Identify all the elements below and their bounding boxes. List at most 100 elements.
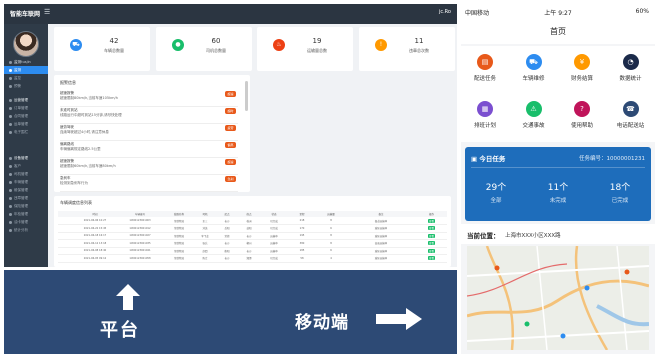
stat-card[interactable]: ! 11 违章总次数 [359, 27, 455, 71]
sidebar-item[interactable]: 监测 [4, 66, 48, 74]
alarm-item[interactable]: 未准时到站 线路运行中超时到站15分钟,请尽快处理 超时 [60, 106, 238, 124]
table-row[interactable]: 2021-06-18 16:17 1#00123001027 常德物流 李飞龙 常德 长沙… [58, 232, 447, 240]
table-cell: 195 [288, 232, 316, 240]
sidebar-item[interactable]: 合同管理 [4, 112, 48, 120]
alarm-badge[interactable]: 超时 [225, 108, 236, 114]
alarm-badge[interactable]: 超速 [225, 91, 236, 97]
stat-card[interactable]: ♨ 19 运输量总数 [257, 27, 353, 71]
function-item[interactable]: ▤ 配送任务 [461, 48, 509, 94]
task-count-label: 未完成 [549, 198, 567, 204]
table-cell: 查看 [416, 239, 447, 248]
task-count-label: 已完成 [611, 198, 629, 204]
scrollbar[interactable] [245, 81, 248, 111]
sidebar-item[interactable]: 预警 [4, 82, 48, 90]
today-task-card[interactable]: ▣ 今日任务 任务编号：10000001231 29个 全部 11个 未完成 18个 已完… [465, 147, 651, 221]
table-cell: 王三 [194, 217, 216, 225]
alarm-item[interactable]: 急刹车 检测到急刹车行为 急刹 [60, 174, 238, 192]
function-item[interactable]: ⛟ 车辆维修 [510, 48, 558, 94]
table-row[interactable]: 2021-06-12 13:18 1#00123001035 常德物流 张兵 长沙 郴州运… [58, 239, 447, 248]
table-cell: 刘英 [194, 224, 216, 233]
view-button[interactable]: 查看 [427, 248, 435, 253]
alarm-detail: 连续驾驶超过4小时,请注意休息 [60, 130, 109, 134]
sidebar-item[interactable]: 运营管理 [4, 96, 48, 104]
alarm-badge[interactable]: 超速 [225, 159, 236, 165]
table-cell: 运输中 [260, 239, 288, 248]
table-row[interactable]: 2021-06-05 09:12 1#00123001058 常德物流 陈立 长沙 湘潭已… [58, 254, 447, 263]
sidebar-item[interactable]: 保险管理 [4, 202, 48, 210]
arrow-right-icon [376, 308, 422, 330]
task-count-cell[interactable]: 18个 已完成 [589, 180, 651, 204]
view-button[interactable]: 查看 [427, 256, 435, 261]
nav-dot-icon [9, 164, 12, 168]
table-cell: 170 [288, 224, 316, 233]
sidebar-item[interactable]: 客户 [4, 162, 48, 170]
function-label: 排班计划 [473, 123, 496, 129]
table-cell [66, 239, 74, 248]
table-row[interactable]: 2021-06-06 10:27 1#00123001003 常德物流 王三 长沙 株洲已… [58, 217, 447, 225]
function-grid: ▤ 配送任务 ⛟ 车辆维修 ¥ 财务结算 ◔ 数据统计 ▦ 排班计划 ⚠ 交通事故? 使用帮助 ☎ 电话配送… [461, 46, 655, 142]
sidebar-item[interactable]: 监测 [4, 58, 48, 66]
nav-dot-icon [9, 106, 12, 110]
table-row[interactable]: 2021-06-08 18:40 1#00123001041 常德物流 赵四 衡阳 长沙运… [58, 247, 447, 255]
view-button[interactable]: 查看 [427, 218, 435, 223]
sidebar-item[interactable]: 统计分析 [4, 226, 48, 234]
stat-label: 运输量总数 [307, 48, 327, 53]
nav-dot-icon [9, 228, 12, 232]
stat-card[interactable]: ● 60 司机总数量 [156, 27, 252, 71]
nav-dot-icon [9, 156, 12, 160]
sidebar-item[interactable]: 运单管理 [4, 120, 48, 128]
sidebar-item[interactable]: 监控 [4, 74, 48, 82]
table-cell: 赵四 [194, 247, 216, 255]
sidebar-item[interactable]: 车辆管理 [4, 178, 48, 186]
table-row[interactable]: 2021-06-22 15:45 1#00123001012 常德物流 刘英 岳阳 益阳已… [58, 224, 447, 233]
stat-card[interactable]: ⛟ 42 车辆总数量 [54, 27, 150, 71]
table-cell: 8 [316, 217, 346, 225]
alarm-item[interactable]: 超速报警 超速限制60km/h,当前车速80km/h 超速 [60, 157, 238, 175]
avatar[interactable] [13, 31, 39, 57]
task-number-label: 任务编号： [578, 156, 607, 162]
function-item[interactable]: ? 使用帮助 [558, 95, 606, 141]
sidebar-item[interactable]: 司机管理 [4, 170, 48, 178]
alarm-item[interactable]: 疲劳驾驶 连续驾驶超过4小时,请注意休息 疲劳 [60, 123, 238, 141]
nav-dot-icon [9, 130, 12, 134]
table-cell: 查看 [416, 224, 447, 233]
sidebar-item[interactable]: 违章管理 [4, 194, 48, 202]
table-cell: 58 [288, 254, 316, 263]
alarm-badge[interactable]: 偏离 [225, 142, 236, 148]
function-item[interactable]: ▦ 排班计划 [461, 95, 509, 141]
sidebar-item[interactable]: 维保管理 [4, 186, 48, 194]
menu-icon[interactable]: ☰ [44, 8, 50, 16]
function-item[interactable]: ¥ 财务结算 [558, 48, 606, 94]
help-icon: ? [574, 101, 590, 117]
sidebar-item[interactable]: 油卡管理 [4, 218, 48, 226]
view-button[interactable]: 查看 [427, 233, 435, 238]
sidebar-item[interactable]: 年检管理 [4, 210, 48, 218]
function-item[interactable]: ☎ 电话配送站 [607, 95, 655, 141]
table-cell: 查看 [416, 254, 447, 263]
table-cell: 185 [288, 247, 316, 255]
map-view[interactable] [467, 246, 649, 350]
top-bar: 智能车联网 ☰ jc.Ro [4, 4, 457, 24]
task-count-cell[interactable]: 11个 未完成 [527, 180, 589, 204]
task-count-cell[interactable]: 29个 全部 [465, 180, 527, 204]
alarm-panel: 报警信息 超速报警 超速限制80km/h,当前车速105km/h 超速 未准时到站 线路… [54, 75, 250, 192]
view-button[interactable]: 查看 [427, 226, 435, 231]
alarm-badge[interactable]: 急刹 [225, 176, 236, 182]
sidebar-item[interactable]: 电子围栏 [4, 128, 48, 136]
nav-dot-icon [9, 212, 12, 216]
user-name[interactable]: jc.Ro [439, 9, 451, 15]
function-item[interactable]: ◔ 数据统计 [607, 48, 655, 94]
view-button[interactable]: 查看 [427, 241, 435, 246]
function-item[interactable]: ⚠ 交通事故 [510, 95, 558, 141]
function-label: 数据统计 [619, 76, 642, 82]
alarm-badge[interactable]: 疲劳 [225, 125, 236, 131]
table-cell: 2021-06-18 16:17 [74, 232, 116, 240]
table-cell: 1#00123001003 [116, 217, 164, 225]
sidebar: tusjin 监测 监测 监控 预警 运营管理 订单管理 合同管理 运单管理 电子围栏 设备管理客… [4, 24, 48, 267]
sidebar-item[interactable]: 设备管理 [4, 154, 48, 162]
alarm-item[interactable]: 偏离路线 车辆偏离规定路线2.5公里 偏离 [60, 140, 238, 158]
alarm-item[interactable]: 超速报警 超速限制80km/h,当前车速105km/h 超速 [60, 89, 238, 107]
table-cell: 城际运输中 [346, 232, 416, 240]
sidebar-item[interactable]: 订单管理 [4, 104, 48, 112]
alarm-detail: 超速限制80km/h,当前车速105km/h [60, 96, 118, 100]
